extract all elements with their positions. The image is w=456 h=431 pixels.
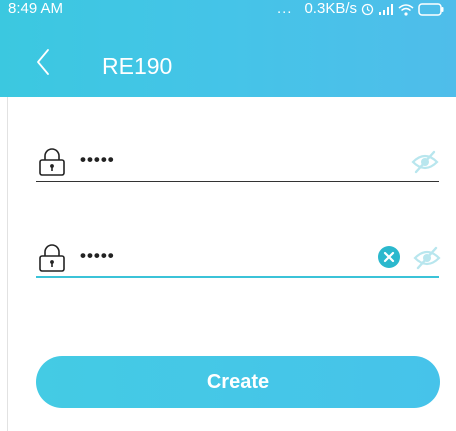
confirm-password-underline — [36, 276, 439, 278]
eye-hidden-icon[interactable] — [410, 150, 440, 174]
status-dots: ... — [276, 0, 293, 17]
status-indicators: ... 0.3KB/s — [277, 0, 444, 18]
password-field[interactable]: ••••• — [36, 142, 439, 182]
left-divider — [7, 97, 8, 431]
confirm-password-value[interactable]: ••••• — [80, 244, 115, 268]
confirm-password-field[interactable]: ••••• — [36, 238, 442, 278]
signal-icon — [378, 3, 394, 15]
status-time: 8:49 AM — [8, 0, 64, 17]
lock-icon — [36, 147, 68, 177]
alarm-icon — [361, 3, 374, 16]
back-button[interactable] — [30, 46, 56, 82]
eye-hidden-icon[interactable] — [412, 246, 442, 270]
lock-icon — [36, 243, 68, 273]
chevron-left-icon — [36, 48, 50, 81]
create-button[interactable]: Create — [36, 356, 440, 408]
password-value[interactable]: ••••• — [80, 148, 115, 172]
status-bar: 8:49 AM ... 0.3KB/s — [0, 0, 456, 22]
app-header: 8:49 AM ... 0.3KB/s RE190 — [0, 0, 456, 97]
page-title: RE190 — [102, 53, 173, 79]
battery-icon — [418, 2, 444, 16]
network-speed: 0.3KB/s — [304, 0, 357, 17]
wifi-icon — [398, 3, 414, 16]
password-underline — [36, 180, 439, 182]
clear-icon[interactable] — [378, 246, 400, 268]
